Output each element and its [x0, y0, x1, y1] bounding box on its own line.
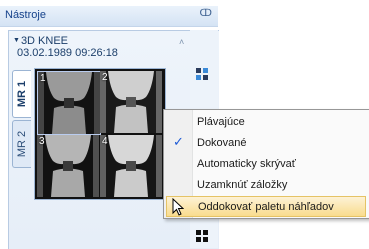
knee-mri-image — [100, 135, 162, 197]
menu-item-lock-tabs[interactable]: Uzamknúť záložky — [166, 175, 366, 196]
menu-item-auto-hide[interactable]: Automaticky skrývať — [166, 154, 366, 175]
menu-item-floating[interactable]: Plávajúce — [166, 112, 366, 133]
menu-item-label: Automaticky skrývať — [197, 158, 296, 170]
thumbnail-1[interactable]: 1 — [37, 71, 101, 135]
grid-layout-icon-2[interactable] — [196, 230, 208, 242]
series-header[interactable]: ▼3D KNEE 03.02.1989 09:26:18 — [13, 35, 118, 59]
thumbnail-3-number: 3 — [39, 136, 45, 147]
pin-icon[interactable]: ↀ — [200, 8, 212, 19]
series-name: 3D KNEE — [20, 35, 69, 47]
thumbnail-3[interactable]: 3 — [37, 135, 99, 197]
expand-icon[interactable]: ▼ — [13, 37, 20, 44]
panel-titlebar[interactable]: Nástroje ↀ — [0, 6, 218, 27]
scroll-up-icon[interactable]: ˄ — [179, 37, 184, 47]
mouse-cursor-icon — [172, 198, 184, 216]
thumbnail-1-number: 1 — [40, 73, 46, 84]
menu-item-label: Plávajúce — [197, 116, 245, 128]
menu-item-label: Uzamknúť záložky — [197, 179, 288, 191]
context-menu: Plávajúce ✓ Dokované Automaticky skrývať… — [163, 109, 369, 219]
tab-mr1-label: MR 1 — [16, 80, 28, 108]
knee-mri-image — [100, 71, 162, 133]
knee-mri-image — [38, 72, 100, 134]
grid-layout-icon[interactable] — [196, 68, 208, 80]
menu-item-undock-thumbnails[interactable]: Oddokovať paletu náhľadov — [166, 196, 366, 217]
thumbnail-grid: 1 2 3 4 — [34, 68, 166, 200]
menu-item-label: Dokované — [197, 137, 247, 149]
check-icon: ✓ — [173, 134, 184, 149]
menu-item-docked[interactable]: ✓ Dokované — [166, 133, 366, 154]
tab-mr2-label: MR 2 — [16, 130, 28, 158]
tab-mr2[interactable]: MR 2 — [12, 120, 31, 168]
menu-item-label: Oddokovať paletu náhľadov — [198, 201, 334, 213]
thumbnail-4-number: 4 — [102, 136, 108, 147]
tab-mr1[interactable]: MR 1 — [12, 70, 31, 118]
panel-title: Nástroje — [5, 9, 46, 21]
series-datetime: 03.02.1989 09:26:18 — [17, 47, 118, 60]
knee-mri-image — [37, 135, 99, 197]
thumbnail-2[interactable]: 2 — [100, 71, 162, 133]
thumbnail-4[interactable]: 4 — [100, 135, 162, 197]
thumbnail-2-number: 2 — [102, 72, 108, 83]
